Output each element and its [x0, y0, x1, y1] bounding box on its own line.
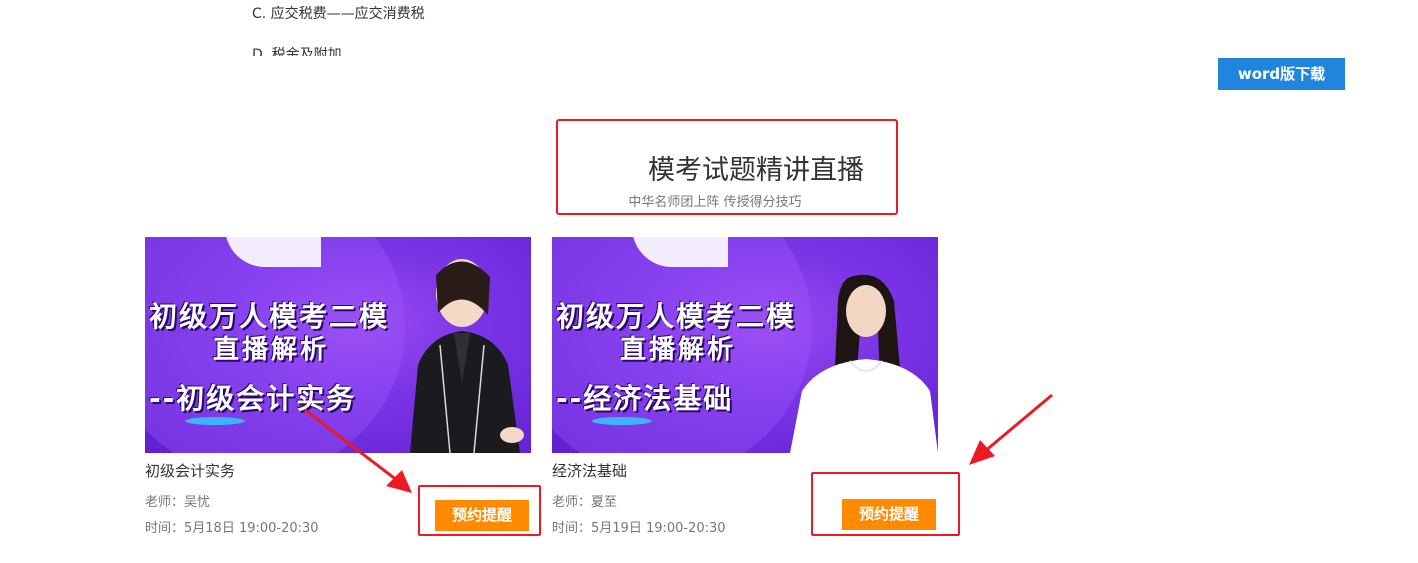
annotation-arrows	[304, 393, 1053, 493]
arrow-line-right	[983, 393, 1053, 454]
arrow-line-left	[304, 408, 399, 483]
arrow-head-right	[969, 440, 995, 465]
